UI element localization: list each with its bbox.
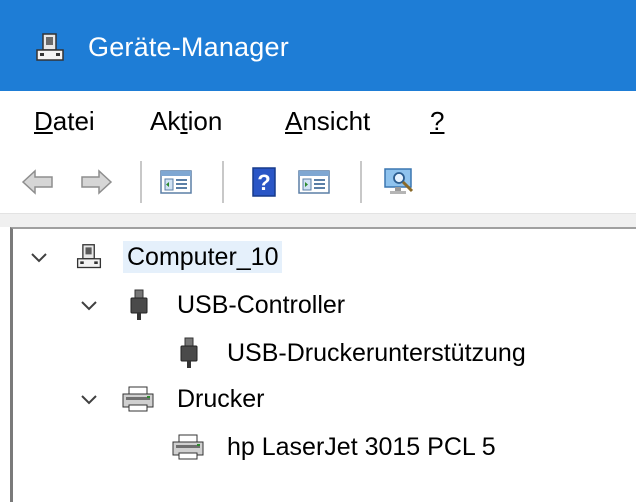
menu-bar: Datei Aktion Ansicht ? (0, 91, 636, 153)
usb-plug-icon (130, 289, 148, 320)
scan-hardware-icon (384, 168, 414, 194)
tree-node-drucker[interactable]: Drucker (13, 379, 333, 419)
device-tree[interactable]: Computer_10 USB-Controller USB-Druckerun… (10, 227, 636, 502)
forward-arrow-icon (81, 169, 113, 195)
tree-node-label: Drucker (177, 385, 265, 413)
menu-accel-key: ? (430, 106, 445, 136)
title-bar[interactable]: Geräte-Manager (0, 0, 636, 91)
tree-node-label: USB-Controller (177, 291, 346, 319)
chevron-down-icon[interactable] (79, 296, 99, 316)
device-manager-icon (36, 33, 64, 61)
menu-label: ion (187, 106, 223, 136)
help-button[interactable]: ? (246, 163, 282, 201)
tree-node-hp-laserjet[interactable]: hp LaserJet 3015 PCL 5 (13, 427, 573, 467)
menu-ansicht[interactable]: Ansicht (285, 105, 370, 137)
menu-help[interactable]: ? (430, 105, 444, 137)
show-hide-console-tree-icon (160, 170, 192, 194)
scan-hardware-button[interactable] (382, 163, 418, 201)
menu-accel-key: D (34, 106, 53, 136)
toolbar-separator (360, 161, 362, 203)
toolbar-separator (140, 161, 142, 203)
computer-icon (76, 244, 102, 269)
menu-label: nsicht (302, 106, 371, 136)
menu-label: atei (52, 106, 95, 136)
device-manager-window: Geräte-Manager Datei Aktion Ansicht ? ? … (0, 0, 636, 502)
menu-accel-key: A (285, 106, 303, 136)
help-icon: ? (252, 167, 276, 197)
tree-node-label: hp LaserJet 3015 PCL 5 (227, 433, 496, 461)
menu-datei[interactable]: Datei (34, 105, 95, 137)
printer-icon (122, 386, 154, 412)
properties-pane-icon (298, 170, 330, 194)
usb-plug-icon (180, 337, 198, 368)
forward-button[interactable] (78, 163, 114, 201)
tree-node-computer[interactable]: Computer_10 (13, 237, 343, 277)
back-arrow-icon (21, 169, 53, 195)
tree-node-label: Computer_10 (123, 241, 283, 273)
tree-node-label: USB-Druckerunterstützung (227, 339, 526, 367)
svg-text:?: ? (257, 170, 270, 195)
menu-accel-key: t (180, 106, 188, 136)
tree-node-usb-controller[interactable]: USB-Controller (13, 285, 413, 325)
printer-icon (172, 434, 204, 460)
chevron-down-icon[interactable] (79, 390, 99, 410)
chevron-down-icon[interactable] (29, 248, 49, 268)
toolbar-divider (0, 213, 636, 227)
toolbar: ? (0, 153, 636, 213)
back-button[interactable] (20, 163, 56, 201)
properties-pane-button[interactable] (296, 163, 332, 201)
menu-aktion[interactable]: Aktion (150, 105, 222, 137)
tree-node-usb-printer-support[interactable]: USB-Druckerunterstützung (13, 333, 633, 373)
menu-label: Ak (150, 106, 181, 136)
show-hide-tree-button[interactable] (158, 163, 194, 201)
toolbar-separator (222, 161, 224, 203)
window-title: Geräte-Manager (88, 32, 289, 62)
